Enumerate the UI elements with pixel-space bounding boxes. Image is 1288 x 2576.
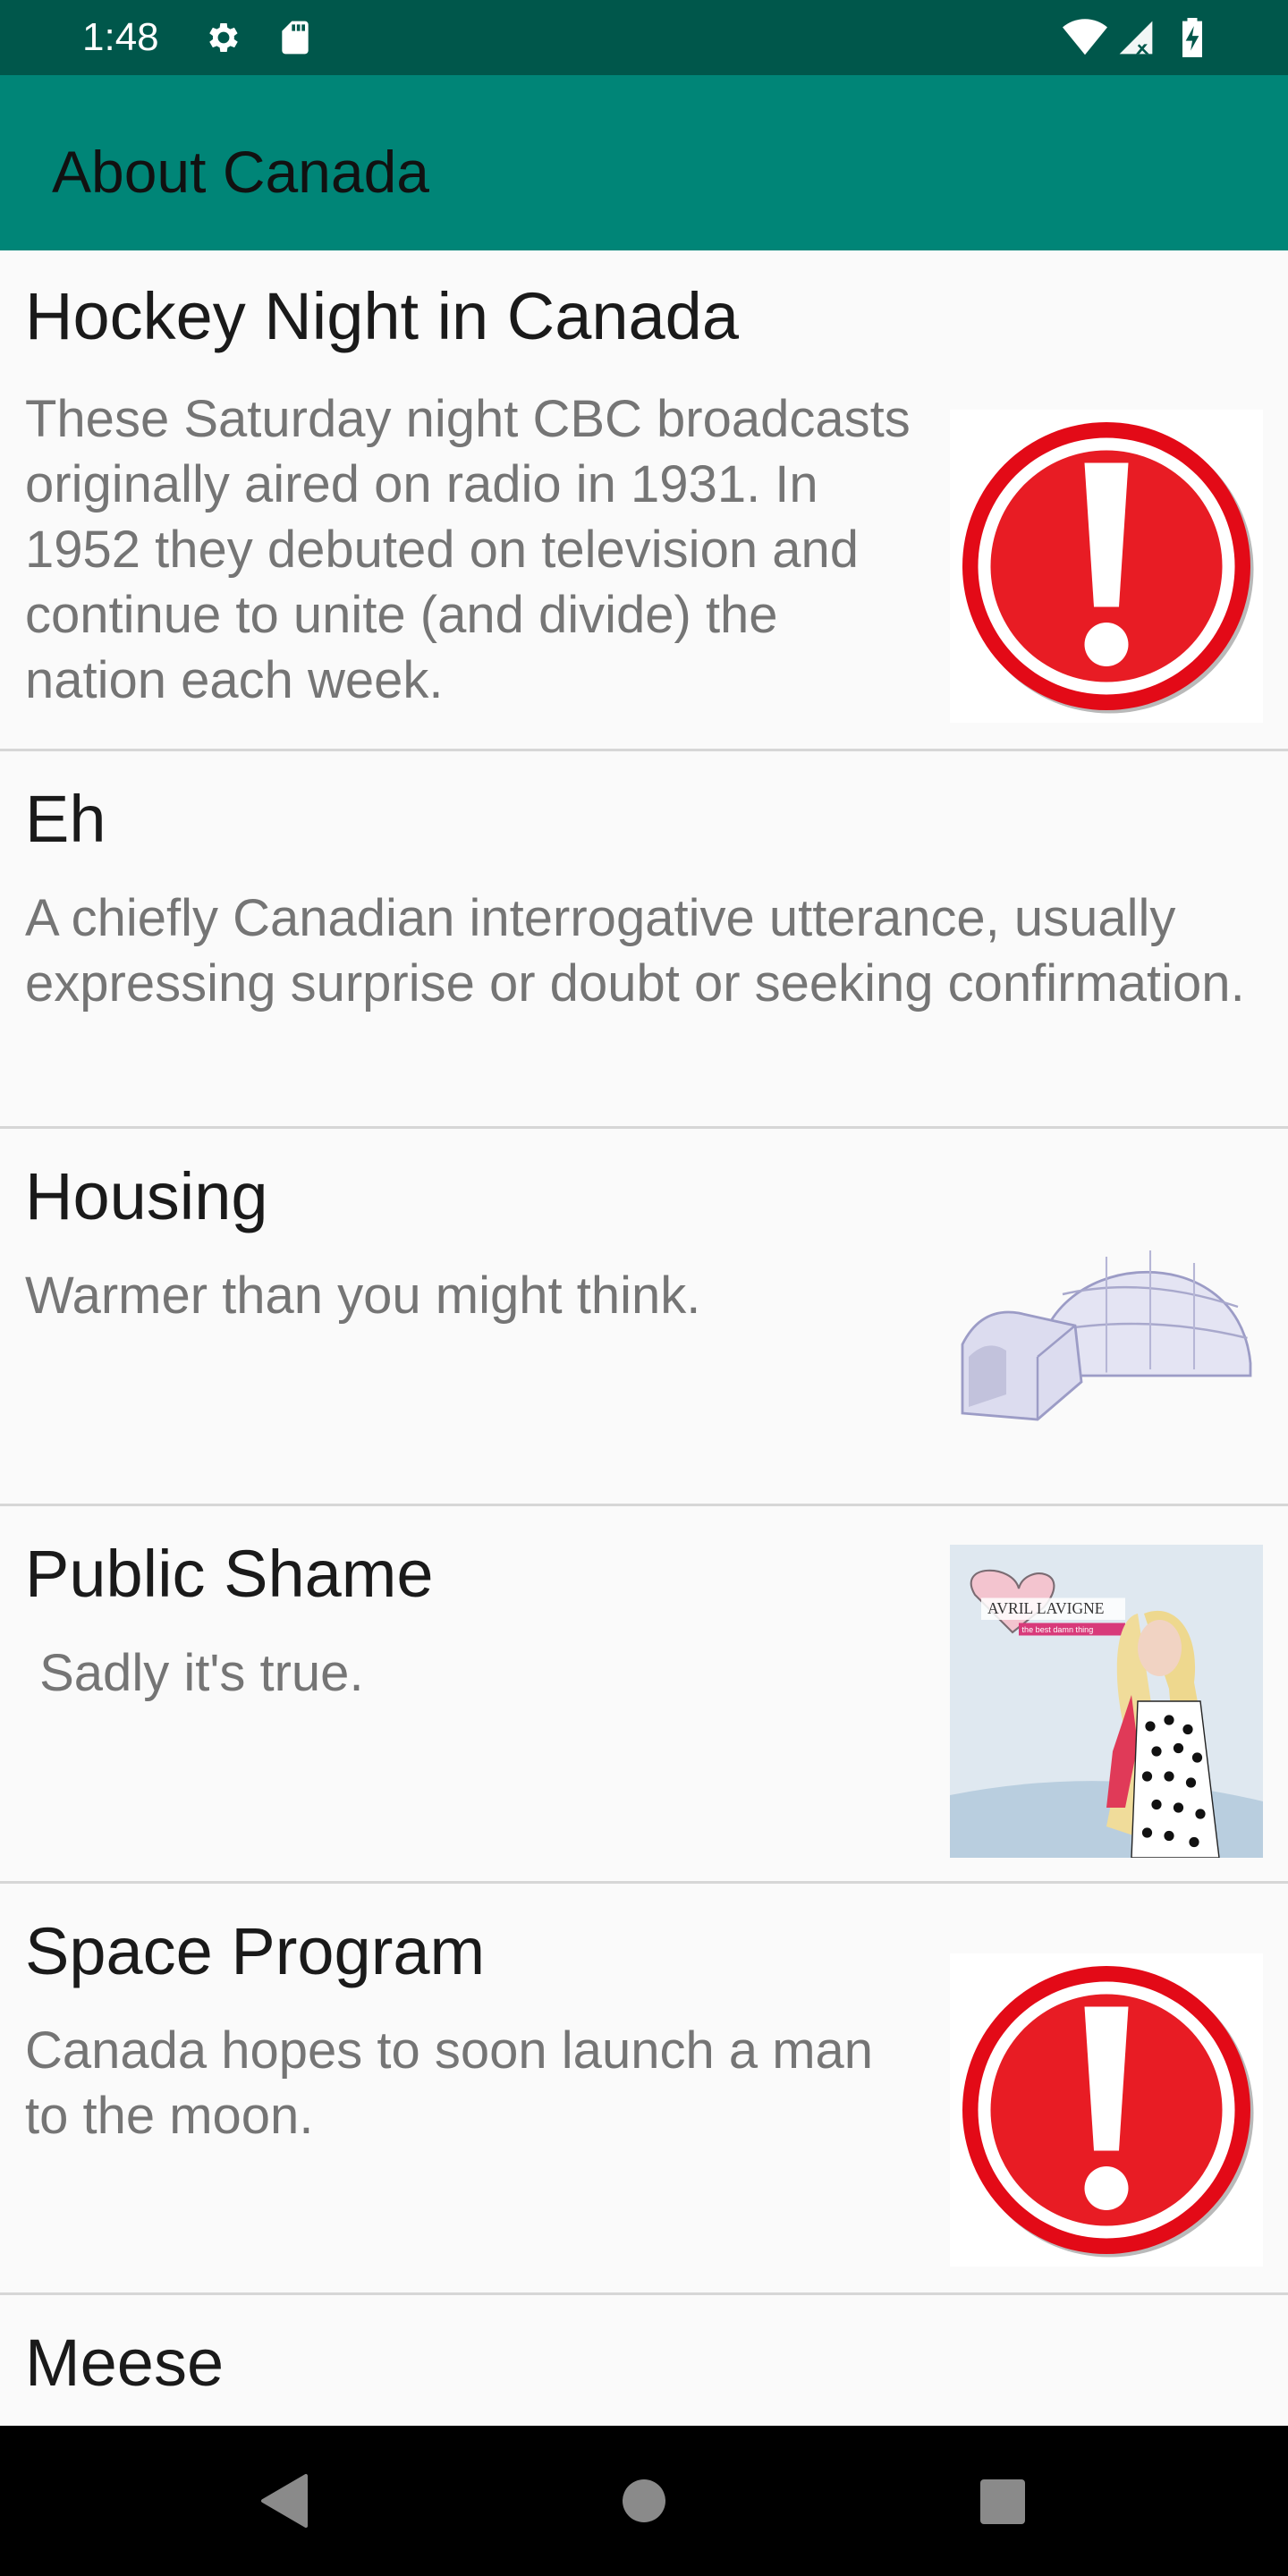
home-icon[interactable] (608, 2465, 680, 2537)
sd-card-icon (282, 21, 309, 55)
topics-list[interactable]: Hockey Night in Canada These Saturday ni… (0, 250, 1288, 2426)
item-title: Housing (25, 1159, 268, 1233)
album-title: AVRIL LAVIGNE (987, 1599, 1104, 1617)
list-item[interactable]: Meese (0, 2295, 1288, 2426)
igloo-icon (961, 1250, 1252, 1421)
signal-icon (1119, 21, 1153, 55)
item-description: Canada hopes to soon launch a man to the… (25, 2021, 874, 2145)
status-bar: 1:48 (0, 0, 1288, 75)
item-title: Space Program (25, 1914, 486, 1988)
album-subtitle: the best damn thing (1022, 1625, 1094, 1634)
list-item[interactable]: Public Shame Sadly it's true. AVRIL LAVI… (0, 1506, 1288, 1884)
item-description: A chiefly Canadian interrogative utteran… (25, 889, 1245, 1013)
list-item[interactable]: Space Program Canada hopes to soon launc… (0, 1884, 1288, 2295)
item-title: Public Shame (25, 1537, 434, 1611)
recents-icon[interactable] (966, 2465, 1038, 2537)
gear-icon (209, 23, 238, 52)
alert-icon (950, 410, 1263, 723)
navigation-bar (0, 2426, 1288, 2576)
item-title: Eh (25, 782, 106, 856)
battery-charging-icon (1182, 18, 1202, 57)
alert-icon (950, 1953, 1263, 2267)
status-time: 1:48 (82, 15, 159, 59)
list-item[interactable]: Eh A chiefly Canadian interrogative utte… (0, 751, 1288, 1129)
page-title: About Canada (52, 139, 430, 205)
album-cover-image: AVRIL LAVIGNE the best damn thing (950, 1545, 1263, 1858)
list-item[interactable]: Hockey Night in Canada These Saturday ni… (0, 250, 1288, 751)
item-description: Warmer than you might think. (25, 1267, 701, 1325)
item-title: Meese (25, 2326, 225, 2400)
wifi-icon (1063, 19, 1107, 55)
item-description: Sadly it's true. (25, 1644, 364, 1702)
item-description: These Saturday night CBC broadcasts orig… (25, 390, 911, 709)
item-title: Hockey Night in Canada (25, 279, 739, 353)
back-icon[interactable] (249, 2465, 320, 2537)
app-bar: About Canada (0, 75, 1288, 250)
list-item[interactable]: Housing Warmer than you might think. (0, 1129, 1288, 1506)
